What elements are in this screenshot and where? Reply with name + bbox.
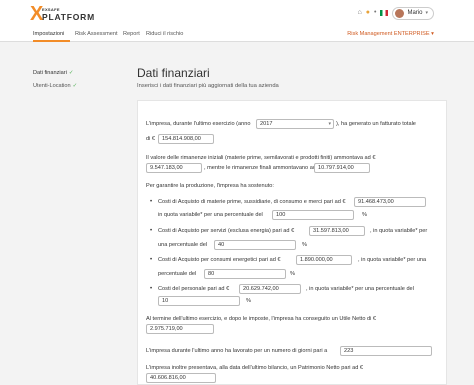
avatar <box>395 8 405 18</box>
page-title: Dati finanziari <box>137 66 210 80</box>
b3-text-c: percentuale del <box>158 271 197 277</box>
pct-energia-input[interactable]: 80 <box>204 269 286 279</box>
patrimonio-netto-input[interactable]: 40.606.816,00 <box>146 373 216 383</box>
pct-materie-input[interactable]: 100 <box>272 210 354 220</box>
p1-text-b: ), ha generato un fatturato totale <box>336 121 416 127</box>
page-subtitle: Inserisci i dati finanziari più aggiorna… <box>137 83 279 89</box>
risk-management-menu[interactable]: Risk Management ENTERPRISE ▾ <box>347 31 434 37</box>
utile-netto-input[interactable]: 2.975.719,00 <box>146 324 214 334</box>
tab-risk-assessment[interactable]: Risk Assessment <box>75 31 118 37</box>
home-icon[interactable]: ⌂ <box>358 6 362 20</box>
user-menu-button[interactable]: Mario ▾ <box>392 6 434 20</box>
p5-text: L'impresa durante l'ultimo anno ha lavor… <box>146 348 328 354</box>
costi-personale-input[interactable]: 20.629.742,00 <box>239 284 301 294</box>
costi-servizi-input[interactable]: 31.597.813,00 <box>309 226 365 236</box>
tab-riduci-rischio[interactable]: Riduci il rischio <box>146 31 183 37</box>
pct-sign: % <box>246 298 251 304</box>
p2-text-b: , mentre le rimanenze finali ammontavano… <box>204 165 321 171</box>
b2-text-b: , in quota variabile* per <box>370 228 428 234</box>
active-tab-indicator <box>33 40 70 42</box>
bullet-dot: • <box>150 199 153 205</box>
b4-text-a: Costi del personale pari ad € <box>158 286 230 292</box>
b2-text-a: Costi di Acquisto per servizi (esclusa e… <box>158 228 295 234</box>
financial-form: L'impresa, durante l'ultimo esercizio (a… <box>137 100 447 385</box>
tab-report[interactable]: Report <box>123 31 140 37</box>
sidebar-item-dati-finanziari[interactable]: Dati finanziari ✓ <box>33 70 77 76</box>
b4-text-b: , in quota variabile* per una percentual… <box>306 286 414 292</box>
pct-sign: % <box>362 212 367 218</box>
giorni-input[interactable]: 223 <box>340 346 432 356</box>
top-icons: ⌂ ● • Mario ▾ <box>358 6 434 20</box>
platform-logo[interactable]: X EXSAFE PLATFORM <box>30 4 94 24</box>
bullet-dot: • <box>150 286 153 292</box>
check-icon: ✓ <box>68 70 74 76</box>
pct-personale-input[interactable]: 10 <box>158 296 240 306</box>
pct-servizi-input[interactable]: 40 <box>214 240 296 250</box>
p3-text: Per garantire la produzione, l'impresa h… <box>146 183 274 189</box>
nav-bar: Impostazioni Risk Assessment Report Ridu… <box>0 28 474 42</box>
logo-main-text: PLATFORM <box>42 12 95 22</box>
b1-text-b: in quota variabile* per una percentuale … <box>158 212 263 218</box>
p1-text-a: L'impresa, durante l'ultimo esercizio (a… <box>146 121 251 127</box>
p1-text-c: di € <box>146 136 156 142</box>
sidebar: Dati finanziari ✓ Utenti-Location ✓ <box>33 70 77 96</box>
user-name: Mario <box>407 10 423 16</box>
chevron-down-icon: ▾ <box>425 10 428 16</box>
p4-text: Al termine dell'ultimo esercizio, e dopo… <box>146 316 377 322</box>
sidebar-item-label: Utenti-Location <box>33 83 71 89</box>
sidebar-item-utenti-location[interactable]: Utenti-Location ✓ <box>33 83 77 89</box>
fatturato-input[interactable]: 154.814.908,00 <box>158 134 214 144</box>
risk-management-label: Risk Management ENTERPRISE <box>347 31 430 37</box>
bell-icon[interactable]: ● <box>366 6 370 20</box>
bullet-dot: • <box>150 257 153 263</box>
tab-impostazioni[interactable]: Impostazioni <box>33 31 64 37</box>
costi-materie-input[interactable]: 91.468.473,00 <box>354 197 426 207</box>
rimanenze-iniziali-input[interactable]: 9.547.183,00 <box>146 163 202 173</box>
pct-sign: % <box>302 242 307 248</box>
sidebar-item-label: Dati finanziari <box>33 70 67 76</box>
p2-text-a: Il valore delle rimanenze iniziali (mate… <box>146 155 376 161</box>
p6-text: L'impresa inoltre presentava, alla data … <box>146 365 363 371</box>
italian-flag-icon[interactable] <box>380 10 389 16</box>
check-icon: ✓ <box>72 83 78 89</box>
top-bar: X EXSAFE PLATFORM ⌂ ● • Mario ▾ <box>0 0 474 28</box>
b3-text-a: Costi di Acquisto per consumi energetici… <box>158 257 281 263</box>
year-select[interactable]: 2017 <box>256 119 334 129</box>
b3-text-b: , in quota variabile* per una <box>358 257 427 263</box>
info-icon[interactable]: • <box>374 6 376 20</box>
bullet-dot: • <box>150 228 153 234</box>
b2-text-c: una percentuale del <box>158 242 208 248</box>
rimanenze-finali-input[interactable]: 10.797.914,00 <box>314 163 370 173</box>
pct-sign: % <box>290 271 295 277</box>
b1-text-a: Costi di Acquisto di materie prime, suss… <box>158 199 346 205</box>
costi-energia-input[interactable]: 1.890.000,00 <box>296 255 352 265</box>
